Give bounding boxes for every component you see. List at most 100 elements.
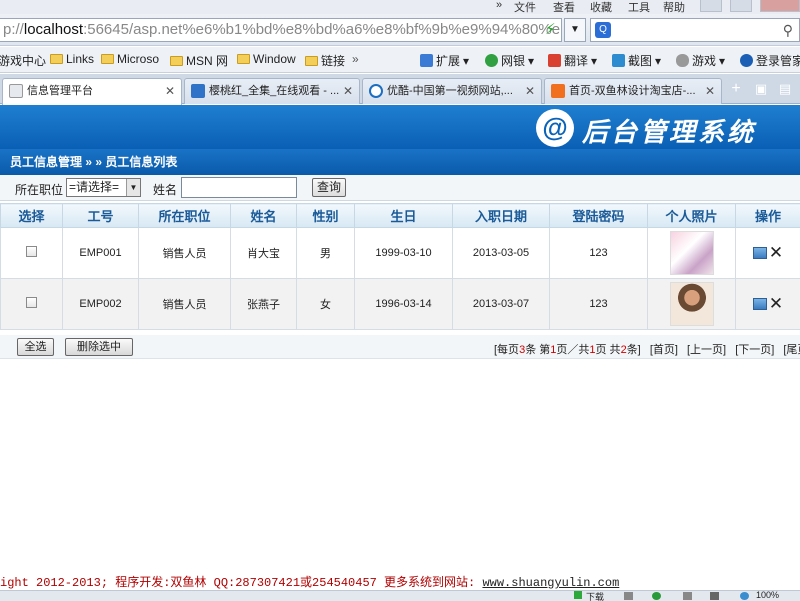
close-tab-icon[interactable]: ✕: [165, 79, 175, 103]
go-lightning-icon[interactable]: ⚡: [545, 20, 559, 38]
cell-actions: ✕: [735, 278, 800, 330]
tool-extensions[interactable]: 扩展 ▾: [420, 52, 469, 69]
copyright-footer: ight 2012-2013; 程序开发:双鱼林 QQ:287307421或25…: [0, 573, 800, 590]
close-tab-icon[interactable]: ✕: [705, 79, 715, 103]
fav-microsoft[interactable]: Microso: [101, 52, 159, 66]
chevron-down-icon[interactable]: ▼: [126, 179, 140, 196]
tab-info-platform[interactable]: 信息管理平台 ✕: [2, 78, 182, 105]
tool-label: 翻译: [564, 54, 589, 68]
browser-menu-bar: » 文件 查看 收藏 工具 帮助: [0, 0, 800, 14]
search-icon[interactable]: ⚲: [783, 22, 793, 39]
menu-favorites[interactable]: 收藏: [590, 0, 612, 15]
cell-photo: [647, 278, 736, 330]
fav-windows[interactable]: Window: [237, 52, 296, 66]
address-dropdown-icon[interactable]: ▼: [564, 18, 586, 42]
cell-hire-date: 2013-03-07: [452, 278, 550, 330]
menu-help[interactable]: 帮助: [663, 0, 685, 15]
trash-icon[interactable]: ▤: [775, 80, 795, 100]
employee-table: 选择 工号 所在职位 姓名 性别 生日 入职日期 登陆密码 个人照片 操作 EM…: [0, 203, 800, 330]
tab-youku[interactable]: 优酷-中国第一视频网站,... ✕: [362, 78, 542, 104]
tab-cherry-red[interactable]: 樱桃红_全集_在线观看 - ... ✕: [184, 78, 360, 104]
close-window-button[interactable]: [760, 0, 800, 12]
app-title: 后台管理系统: [582, 117, 757, 147]
fav-msn[interactable]: MSN 网: [170, 52, 228, 69]
folder-icon: [305, 55, 318, 66]
query-button[interactable]: 查询: [312, 178, 346, 197]
page-icon: [9, 84, 23, 98]
zoom-level[interactable]: 100%: [756, 590, 779, 600]
cell-gender: 女: [296, 278, 355, 330]
tool-games[interactable]: 游戏 ▾: [676, 52, 725, 69]
employee-photo[interactable]: [669, 282, 714, 326]
delete-selected-button[interactable]: 删除选中: [65, 338, 133, 356]
edit-icon[interactable]: [752, 247, 767, 259]
menu-file[interactable]: 文件: [514, 0, 536, 15]
tab-strip: 信息管理平台 ✕ 樱桃红_全集_在线观看 - ... ✕ 优酷-中国第一视频网站…: [0, 74, 800, 105]
fav-links[interactable]: Links: [50, 52, 94, 66]
tool-label: 游戏: [692, 54, 717, 68]
employee-photo[interactable]: [669, 231, 714, 275]
name-input[interactable]: [181, 177, 297, 198]
pager-text: 条]: [626, 344, 641, 356]
tool-ebank[interactable]: 网银 ▾: [485, 52, 534, 69]
tool-translate[interactable]: 翻译 ▾: [548, 52, 597, 69]
last-page-link[interactable]: [尾页: [783, 344, 800, 356]
maximize-button[interactable]: [730, 0, 752, 12]
position-select[interactable]: =请选择= ▼: [66, 178, 141, 197]
close-tab-icon[interactable]: ✕: [525, 79, 535, 103]
breadcrumb: 员工信息管理 » » 员工信息列表: [0, 149, 800, 175]
col-header-hire-date: 入职日期: [452, 203, 550, 228]
menu-chevron-icon[interactable]: »: [496, 0, 502, 11]
browser-status-bar: 下载 100%: [0, 590, 800, 601]
fav-label: Microso: [117, 52, 160, 66]
minimize-button[interactable]: [700, 0, 722, 12]
edit-icon[interactable]: [752, 298, 767, 310]
delete-icon[interactable]: ✕: [769, 294, 783, 314]
cell-birthday: 1996-03-14: [354, 278, 453, 330]
prev-page-link[interactable]: [上一页]: [687, 344, 726, 356]
folder-icon: [170, 55, 183, 66]
cell-id: EMP001: [62, 227, 139, 279]
folder-icon: [237, 54, 250, 64]
site-link[interactable]: www.shuangyulin.com: [482, 576, 619, 590]
status-settings-icon[interactable]: [683, 592, 692, 600]
cell-name: 张燕子: [230, 278, 297, 330]
video-site-icon: [191, 84, 205, 98]
cell-password: 123: [549, 278, 648, 330]
restore-tabs-icon[interactable]: ▣: [751, 80, 771, 100]
status-web-icon[interactable]: [652, 592, 661, 600]
fav-label: 游戏中心: [0, 54, 47, 68]
row-checkbox[interactable]: [26, 246, 37, 257]
extensions-icon: [420, 54, 433, 67]
search-input[interactable]: Q ⚲: [590, 18, 800, 42]
fav-links-cn[interactable]: 链接: [305, 52, 345, 69]
row-select-cell: [0, 227, 63, 279]
row-checkbox[interactable]: [26, 297, 37, 308]
delete-icon[interactable]: ✕: [769, 243, 783, 263]
download-label[interactable]: 下载: [586, 590, 604, 601]
menu-view[interactable]: 查看: [553, 0, 575, 15]
status-tool-icon[interactable]: [624, 592, 633, 600]
menu-tools[interactable]: 工具: [628, 0, 650, 15]
fav-more-chevron-icon[interactable]: »: [352, 52, 359, 66]
download-icon[interactable]: [574, 591, 582, 599]
app-banner: @ 后台管理系统: [0, 105, 800, 149]
address-bar[interactable]: p://localhost:56645/asp.net%e6%b1%bd%e8%…: [0, 18, 562, 42]
cell-position: 销售人员: [138, 278, 231, 330]
col-header-gender: 性别: [296, 203, 355, 228]
col-header-password: 登陆密码: [549, 203, 648, 228]
col-header-name: 姓名: [230, 203, 297, 228]
tab-taobao[interactable]: 首页-双鱼林设计淘宝店-... ✕: [544, 78, 722, 104]
select-all-button[interactable]: 全选: [17, 338, 54, 356]
next-page-link[interactable]: [下一页]: [735, 344, 774, 356]
speaker-icon[interactable]: [710, 592, 719, 600]
close-tab-icon[interactable]: ✕: [343, 79, 353, 103]
tool-screenshot[interactable]: 截图 ▾: [612, 52, 661, 69]
zoom-icon[interactable]: [740, 592, 749, 600]
cell-id: EMP002: [62, 278, 139, 330]
search-engine-icon[interactable]: Q: [595, 22, 611, 38]
tool-login-manager[interactable]: 登录管家: [740, 52, 800, 69]
first-page-link[interactable]: [首页]: [650, 344, 678, 356]
fav-game-center[interactable]: 游戏中心: [0, 52, 46, 69]
new-tab-icon[interactable]: +: [726, 80, 746, 100]
